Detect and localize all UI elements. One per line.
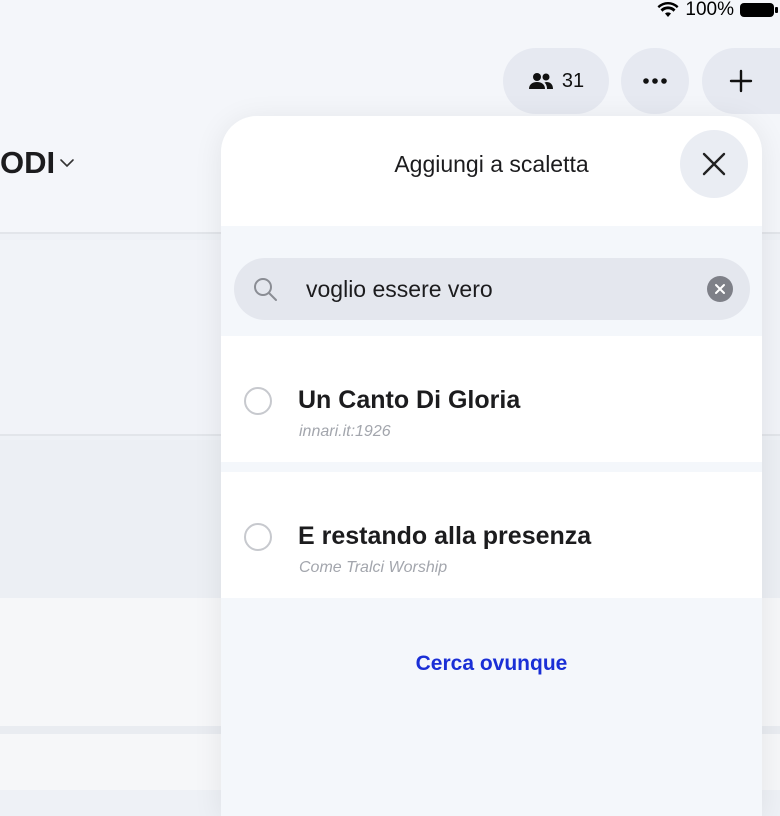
participants-button[interactable]: 31 bbox=[503, 48, 609, 114]
list-item[interactable]: Un Canto Di Gloria innari.it:1926 bbox=[221, 336, 762, 462]
song-title: E restando alla presenza bbox=[298, 522, 592, 550]
song-title: Un Canto Di Gloria bbox=[298, 386, 521, 414]
search-input[interactable] bbox=[304, 274, 668, 304]
close-button[interactable] bbox=[680, 130, 748, 198]
radio-button[interactable] bbox=[244, 523, 272, 551]
battery-icon bbox=[740, 3, 778, 17]
participants-count: 31 bbox=[561, 69, 585, 92]
list-item[interactable]: E restando alla presenza Come Tralci Wor… bbox=[221, 472, 762, 598]
search-everywhere-button[interactable]: Cerca ovunque bbox=[221, 652, 762, 676]
add-button[interactable] bbox=[702, 48, 780, 114]
clear-search-button[interactable] bbox=[707, 276, 733, 302]
page-title-text: ODI bbox=[0, 145, 56, 180]
sheet-header: Aggiungi a scaletta bbox=[221, 116, 762, 226]
plus-icon bbox=[729, 69, 753, 93]
song-source: innari.it:1926 bbox=[299, 423, 391, 440]
more-button[interactable] bbox=[621, 48, 689, 114]
chevron-down-icon bbox=[60, 159, 74, 168]
status-bar: 100% bbox=[657, 0, 780, 20]
search-field[interactable] bbox=[234, 258, 750, 320]
radio-button[interactable] bbox=[244, 387, 272, 415]
close-icon bbox=[702, 152, 726, 176]
page-title[interactable]: ODI bbox=[0, 145, 75, 181]
add-to-setlist-sheet: Aggiungi a scaletta Un Canto Di Gloria i… bbox=[221, 116, 762, 816]
people-icon bbox=[528, 73, 553, 89]
wifi-icon bbox=[657, 2, 679, 17]
battery-percentage: 100% bbox=[685, 0, 734, 20]
search-icon bbox=[254, 278, 277, 301]
clear-icon bbox=[715, 284, 725, 294]
more-icon bbox=[643, 78, 667, 84]
song-source: Come Tralci Worship bbox=[299, 559, 448, 576]
